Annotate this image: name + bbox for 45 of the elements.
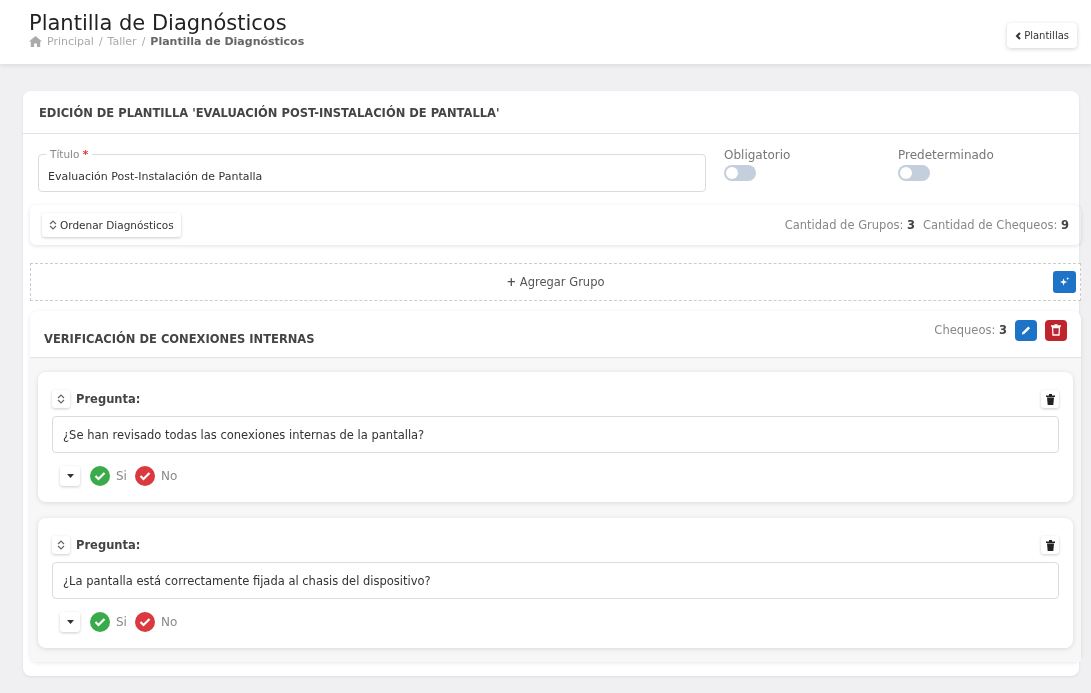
trash-icon <box>1045 393 1055 405</box>
breadcrumb-item: Plantilla de Diagnósticos <box>150 35 305 48</box>
answer-label: No <box>160 615 178 629</box>
count-text: Cantidad de Grupos: 3 <box>784 218 915 232</box>
question-label: Pregunta: <box>76 392 141 406</box>
dropdown-button[interactable] <box>60 612 80 632</box>
drag-handle[interactable] <box>52 390 70 408</box>
add-group-button[interactable]: + Agregar Grupo <box>30 263 1081 301</box>
back-button[interactable]: Plantillas <box>1007 23 1077 48</box>
caret-icon <box>66 620 74 624</box>
question-label: Pregunta: <box>76 538 141 552</box>
sort-button[interactable]: Ordenar Diagnósticos <box>42 213 181 237</box>
count-text: Cantidad de Chequeos: 9 <box>922 218 1069 232</box>
pencil-icon <box>1021 324 1031 336</box>
toggle-switch[interactable] <box>898 165 930 181</box>
sort-icon <box>57 394 65 404</box>
toggle-label: Obligatorio <box>724 148 792 162</box>
sparkle-button[interactable] <box>1053 271 1076 293</box>
chevron-icon <box>1015 31 1022 40</box>
drag-handle[interactable] <box>52 536 70 554</box>
delete-question-button[interactable] <box>1041 536 1059 554</box>
toggle-label: Predeterminado <box>898 148 995 162</box>
answer-label: No <box>160 469 178 483</box>
question-field[interactable]: ¿La pantalla está correctamente fijada al chasis del dispositivo? <box>52 562 1059 599</box>
group-title: VERIFICACIÓN DE CONEXIONES INTERNAS <box>44 332 315 346</box>
breadcrumb-separator: / <box>98 35 103 48</box>
sort-icon <box>57 540 65 550</box>
page-title: Plantilla de Diagnósticos <box>29 11 288 35</box>
caret-icon <box>66 474 74 478</box>
edit-button[interactable] <box>1015 319 1037 341</box>
toggle-switch[interactable] <box>724 165 756 181</box>
sort-icon <box>49 220 57 230</box>
trash-icon <box>1051 324 1061 336</box>
editor-heading: EDICIÓN DE PLANTILLA 'EVALUACIÓN POST-INSTALACIÓN DE PANTALLA' <box>23 91 1079 134</box>
answer-label: Si <box>116 615 127 629</box>
sparkle-icon <box>1059 276 1070 288</box>
delete-button[interactable] <box>1045 319 1067 341</box>
home-icon <box>29 36 42 47</box>
dropdown-button[interactable] <box>60 466 80 486</box>
delete-question-button[interactable] <box>1041 390 1059 408</box>
answer-label: Si <box>116 469 127 483</box>
checks-count: Chequeos: 3 <box>934 323 1007 337</box>
question-field[interactable]: ¿Se han revisado todas las conexiones internas de la pantalla? <box>52 416 1059 453</box>
breadcrumb-separator: / <box>141 35 146 48</box>
trash-icon <box>1045 539 1055 551</box>
